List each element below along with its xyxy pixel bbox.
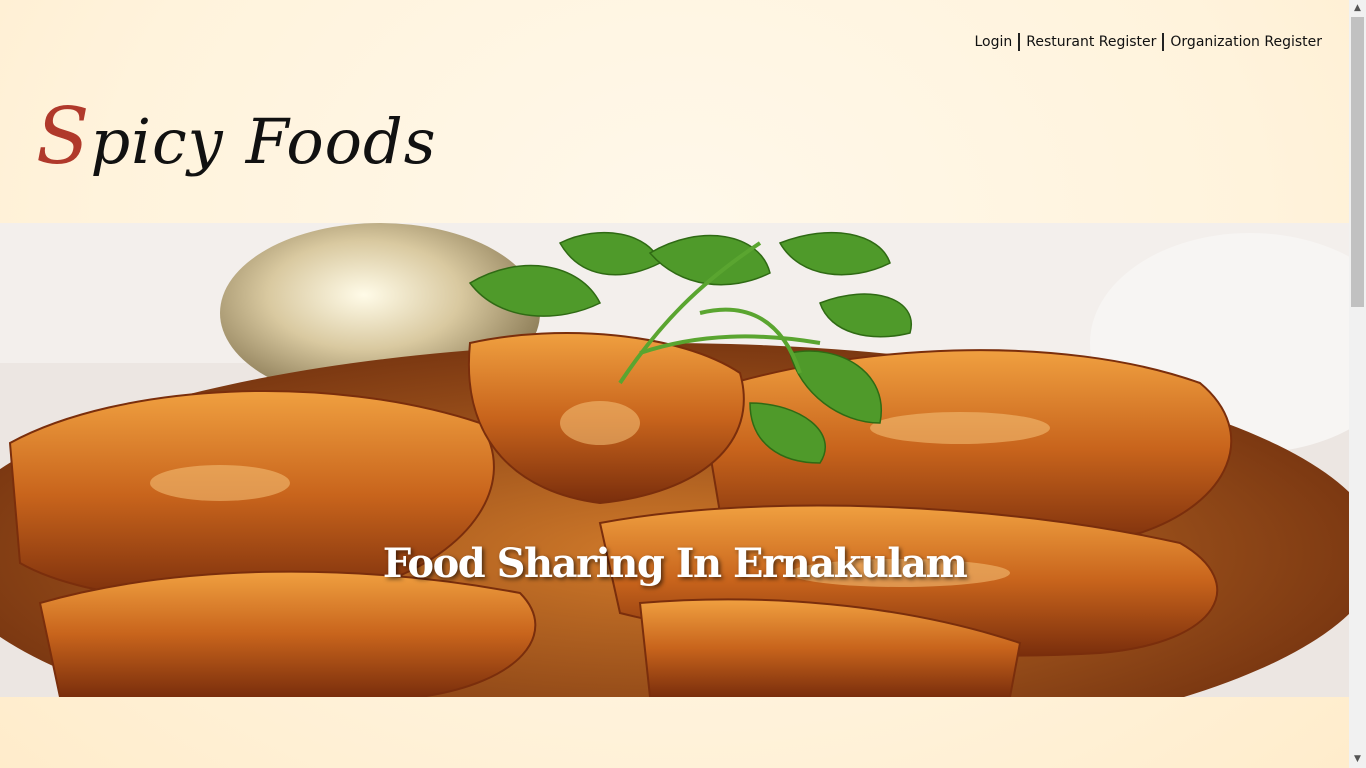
restaurant-register-link[interactable]: Resturant Register (1026, 34, 1156, 50)
scroll-down-icon[interactable]: ▼ (1349, 751, 1366, 768)
logo-word-2: Foods (245, 105, 437, 178)
login-link[interactable]: Login (974, 34, 1012, 50)
logo-word-1: picy (90, 105, 224, 178)
page: Login Resturant Register Organization Re… (0, 0, 1349, 768)
site-logo[interactable]: Spicy Foods (36, 82, 436, 192)
logo-initial: S (36, 92, 91, 182)
hero-title: Food Sharing In Ernakulam (382, 540, 968, 587)
top-nav: Login Resturant Register Organization Re… (974, 33, 1322, 51)
nav-divider (1018, 33, 1021, 51)
nav-divider (1162, 33, 1165, 51)
prawn-dish-image (0, 223, 1349, 697)
organization-register-link[interactable]: Organization Register (1170, 34, 1322, 50)
page-scrollbar[interactable]: ▲ ▼ (1349, 0, 1366, 768)
scroll-up-icon[interactable]: ▲ (1349, 0, 1366, 17)
hero-banner (0, 223, 1349, 697)
scrollbar-thumb[interactable] (1351, 17, 1364, 307)
